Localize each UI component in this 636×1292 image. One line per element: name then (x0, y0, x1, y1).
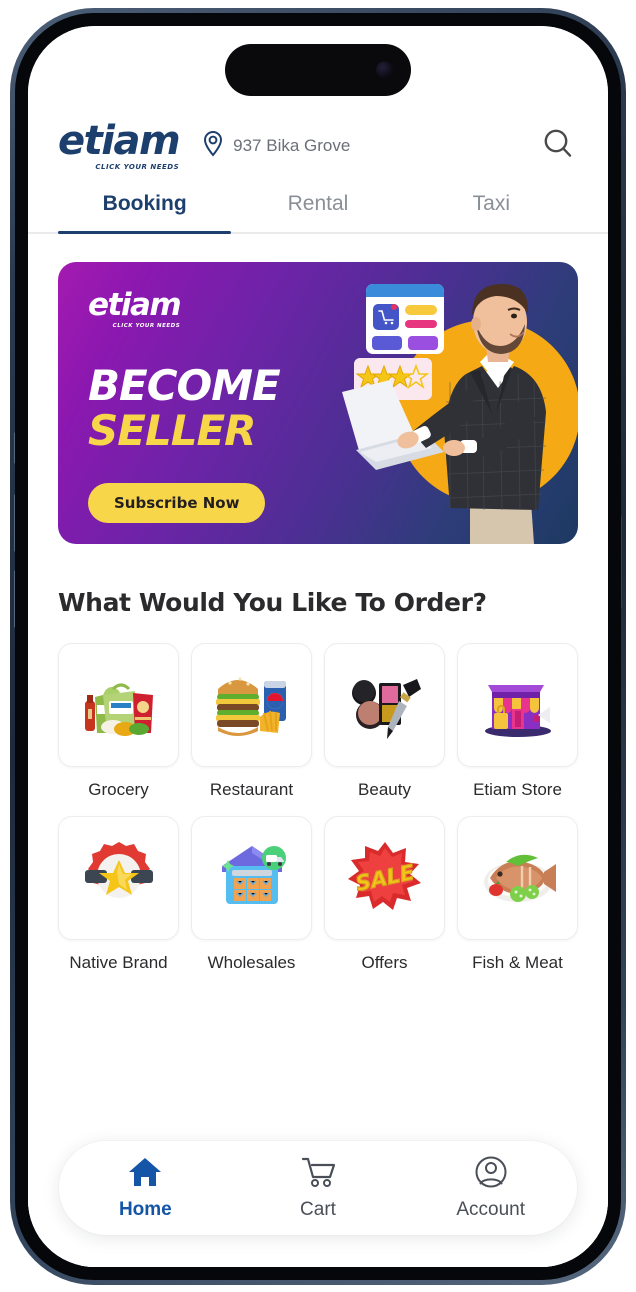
dynamic-island (225, 44, 411, 96)
phone-screen: etiam CLICK YOUR NEEDS 937 Bika Grove Bo… (28, 26, 608, 1267)
nav-label-account: Account (456, 1199, 525, 1220)
sale-burst-icon: SALE (343, 834, 427, 923)
category-label: Native Brand (69, 953, 168, 972)
banner-headline-line1: BECOME (88, 361, 281, 410)
front-camera-icon (376, 61, 393, 79)
order-section-title: What Would You Like To Order? (58, 588, 487, 617)
category-item-beauty[interactable]: Beauty (324, 643, 445, 800)
category-tile (58, 816, 179, 940)
category-item-fish-meat[interactable]: Fish & Meat (457, 816, 578, 973)
category-tile (58, 643, 179, 767)
nav-item-account[interactable]: Account (404, 1155, 577, 1221)
search-icon (541, 127, 575, 166)
location-selector[interactable]: 937 Bika Grove (201, 130, 538, 163)
banner-illustration (320, 262, 578, 544)
category-label: Fish & Meat (472, 953, 563, 972)
category-item-wholesales[interactable]: Wholesales (191, 816, 312, 973)
category-label: Restaurant (209, 780, 294, 799)
app-logo-wordmark: etiam (58, 118, 181, 164)
category-label: Beauty (358, 780, 411, 799)
service-tabs: Booking Rental Taxi (28, 192, 608, 234)
home-icon (127, 1155, 163, 1194)
map-pin-icon (201, 130, 225, 163)
category-tile (191, 816, 312, 940)
tab-rental[interactable]: Rental (231, 192, 404, 232)
tab-booking[interactable]: Booking (58, 192, 232, 234)
subscribe-now-button[interactable]: Subscribe Now (88, 483, 266, 523)
nav-label-cart: Cart (300, 1199, 336, 1220)
makeup-palette-icon (343, 661, 427, 750)
category-item-native-brand[interactable]: Native Brand (58, 816, 179, 973)
banner-logo: etiam CLICK YOUR NEEDS (88, 287, 182, 330)
tab-taxi[interactable]: Taxi (405, 192, 578, 232)
category-tile: SALE (324, 816, 445, 940)
bottom-nav-zone: Home Cart Account (28, 1135, 608, 1267)
burger-meal-icon (210, 661, 294, 750)
app-scroll-body: etiam CLICK YOUR NEEDS BECOME SELLER Sub… (28, 234, 608, 1267)
category-tile (191, 643, 312, 767)
nav-item-home[interactable]: Home (59, 1155, 232, 1221)
category-tile (457, 643, 578, 767)
category-item-etiam-store[interactable]: Etiam Store (457, 643, 578, 800)
nav-label-home: Home (118, 1199, 172, 1220)
category-item-restaurant[interactable]: Restaurant (191, 643, 312, 800)
grocery-bags-icon (77, 661, 161, 750)
nav-item-cart[interactable]: Cart (232, 1155, 405, 1221)
banner-logo-wordmark: etiam (88, 287, 182, 323)
etiam-app: etiam CLICK YOUR NEEDS 937 Bika Grove Bo… (28, 26, 608, 1267)
cart-icon (300, 1155, 336, 1194)
category-grid: Grocery Restaurant Beauty Etiam Store Na… (58, 643, 578, 973)
storefront-icon (476, 661, 560, 750)
fish-plate-icon (476, 834, 560, 923)
app-logo: etiam CLICK YOUR NEEDS (58, 118, 181, 171)
bottom-navigation-bar: Home Cart Account (59, 1141, 577, 1235)
location-label: 937 Bika Grove (233, 136, 351, 155)
category-label: Wholesales (207, 953, 296, 972)
category-item-offers[interactable]: SALE Offers (324, 816, 445, 973)
account-icon (473, 1155, 509, 1194)
category-label: Etiam Store (473, 780, 562, 799)
search-button[interactable] (538, 126, 578, 166)
become-seller-banner[interactable]: etiam CLICK YOUR NEEDS BECOME SELLER Sub… (58, 262, 578, 544)
category-tile (324, 643, 445, 767)
category-tile (457, 816, 578, 940)
star-badge-icon (77, 834, 161, 923)
category-item-grocery[interactable]: Grocery (58, 643, 179, 800)
warehouse-icon (210, 834, 294, 923)
banner-logo-tagline: CLICK YOUR NEEDS (112, 323, 181, 329)
banner-headline-line2: SELLER (88, 406, 256, 455)
app-logo-tagline: CLICK YOUR NEEDS (95, 163, 180, 171)
category-label: Grocery (88, 780, 149, 799)
category-label: Offers (361, 953, 408, 972)
